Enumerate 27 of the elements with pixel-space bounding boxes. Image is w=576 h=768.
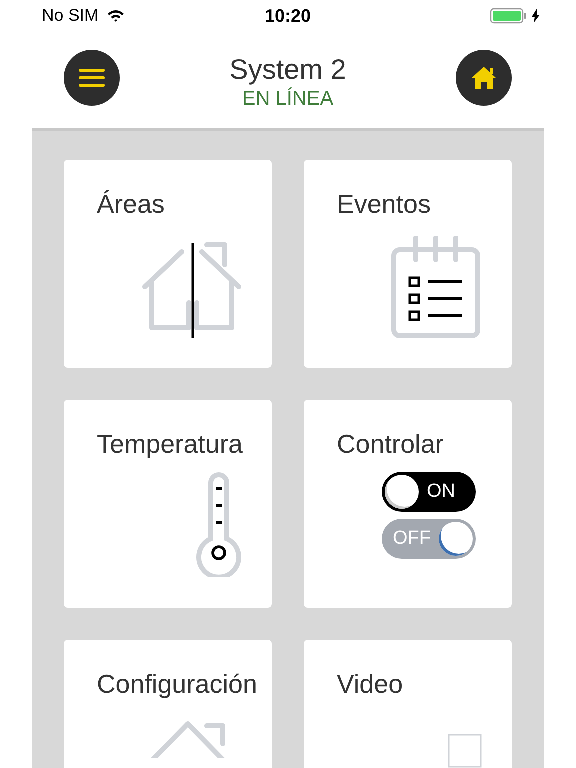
system-title: System 2 <box>230 54 346 86</box>
menu-tile[interactable]: Eventos <box>304 160 512 368</box>
calendar-icon <box>390 236 482 340</box>
square-icon <box>448 734 482 768</box>
connection-status: EN LÍNEA <box>242 86 334 112</box>
tile-title: Temperatura <box>97 428 243 460</box>
thermometer-icon <box>194 471 244 577</box>
menu-tile[interactable]: Configuración <box>64 640 272 768</box>
tile-title: Video <box>337 668 404 700</box>
menu-tile[interactable]: Controlar ON OFF <box>304 400 512 608</box>
battery-icon <box>490 8 528 24</box>
tile-title: Configuración <box>97 668 258 700</box>
tile-title: Controlar <box>337 428 444 460</box>
house-icon <box>470 66 497 90</box>
switch-knob <box>439 522 473 556</box>
menu-icon <box>79 68 105 88</box>
tile-title: Eventos <box>337 188 431 220</box>
tile-title: Áreas <box>97 188 165 220</box>
carrier-label: No SIM <box>42 6 99 26</box>
switch-label: OFF <box>393 528 431 550</box>
menu-tile[interactable]: Temperatura <box>64 400 272 608</box>
menu-tile[interactable]: Video <box>304 640 512 768</box>
switch-knob <box>385 475 419 509</box>
switch-label: ON <box>427 481 456 503</box>
wifi-icon <box>106 9 125 23</box>
clock-time: 10:20 <box>264 6 312 26</box>
menu-tile[interactable]: Áreas <box>64 160 272 368</box>
